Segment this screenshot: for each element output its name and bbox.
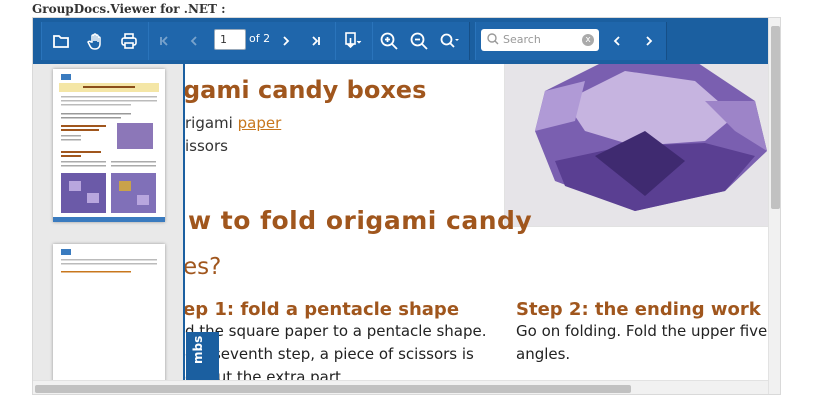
search-prev-button[interactable] — [605, 22, 629, 60]
download-button[interactable] — [337, 22, 369, 60]
search-prev-icon — [613, 36, 620, 46]
step1-line-2: e a seventh step, a piece of scissors is — [185, 345, 474, 363]
first-page-icon — [160, 36, 168, 46]
horizontal-scrollbar[interactable] — [33, 380, 768, 394]
thumbnail-page-2[interactable] — [53, 244, 165, 380]
last-page-button[interactable] — [305, 22, 327, 60]
open-file-button[interactable] — [47, 22, 75, 60]
zoom-out-icon — [410, 32, 428, 50]
origami-photo — [504, 64, 768, 227]
next-page-button[interactable] — [275, 22, 297, 60]
search-next-button[interactable] — [637, 22, 661, 60]
prev-page-icon — [190, 36, 197, 46]
search-next-icon — [646, 36, 653, 46]
zoom-in-button[interactable] — [375, 22, 403, 60]
materials-text: rigami — [185, 114, 238, 132]
download-icon — [345, 32, 362, 49]
print-icon — [121, 33, 137, 49]
step1-line-1: d the square paper to a pentacle shape. — [185, 322, 487, 340]
thumbnail-page-2-preview — [61, 249, 157, 273]
search-placeholder: Search — [503, 33, 541, 46]
howto-heading: w to fold origami candy — [188, 206, 533, 235]
zoom-in-icon — [380, 32, 398, 50]
toolbar: 1 of 2 Search x — [33, 18, 768, 64]
search-icon — [487, 33, 499, 45]
paper-link[interactable]: paper — [238, 114, 282, 132]
document-area: gami candy boxes rigami paper issors w t… — [33, 64, 768, 380]
print-button[interactable] — [115, 22, 143, 60]
howto-heading-line2: es? — [183, 254, 222, 280]
search-input[interactable]: Search x — [481, 29, 599, 51]
next-page-icon — [283, 36, 290, 46]
first-page-button[interactable] — [153, 22, 175, 60]
document-viewer: 1 of 2 Search x gami candy boxes rigami … — [32, 17, 781, 395]
pan-tool-button[interactable] — [81, 22, 109, 60]
vertical-scrollbar[interactable] — [768, 18, 780, 394]
thumbnails-tab[interactable]: mbs — [186, 332, 219, 380]
materials-line-2: issors — [185, 137, 228, 155]
vertical-scroll-thumb[interactable] — [771, 26, 780, 209]
step2-line-1: Go on folding. Fold the upper five — [516, 322, 768, 340]
app-title: GroupDocs.Viewer for .NET : — [32, 2, 226, 16]
thumbnail-page-1-preview — [53, 74, 165, 222]
thumbnails-tab-label: mbs — [191, 335, 205, 364]
page-count-label: of 2 — [249, 32, 271, 45]
zoom-select-icon — [440, 33, 459, 48]
document-heading: gami candy boxes — [183, 76, 427, 104]
page-number-input[interactable]: 1 — [214, 29, 246, 50]
zoom-select-button[interactable] — [435, 22, 465, 60]
last-page-icon — [312, 36, 320, 46]
step2-line-2: angles. — [516, 345, 571, 363]
step2-title: Step 2: the ending work — [516, 299, 761, 320]
prev-page-button[interactable] — [183, 22, 205, 60]
search-clear-icon[interactable]: x — [582, 34, 594, 46]
materials-line-1: rigami paper — [185, 114, 281, 132]
thumbnail-page-1[interactable] — [53, 69, 165, 222]
zoom-out-button[interactable] — [405, 22, 433, 60]
hand-icon — [87, 32, 101, 50]
folder-icon — [53, 35, 69, 48]
step1-title: ep 1: fold a pentacle shape — [183, 299, 460, 320]
origami-image — [505, 64, 768, 226]
horizontal-scroll-thumb[interactable] — [35, 385, 631, 393]
thumbnails-panel — [33, 64, 185, 380]
